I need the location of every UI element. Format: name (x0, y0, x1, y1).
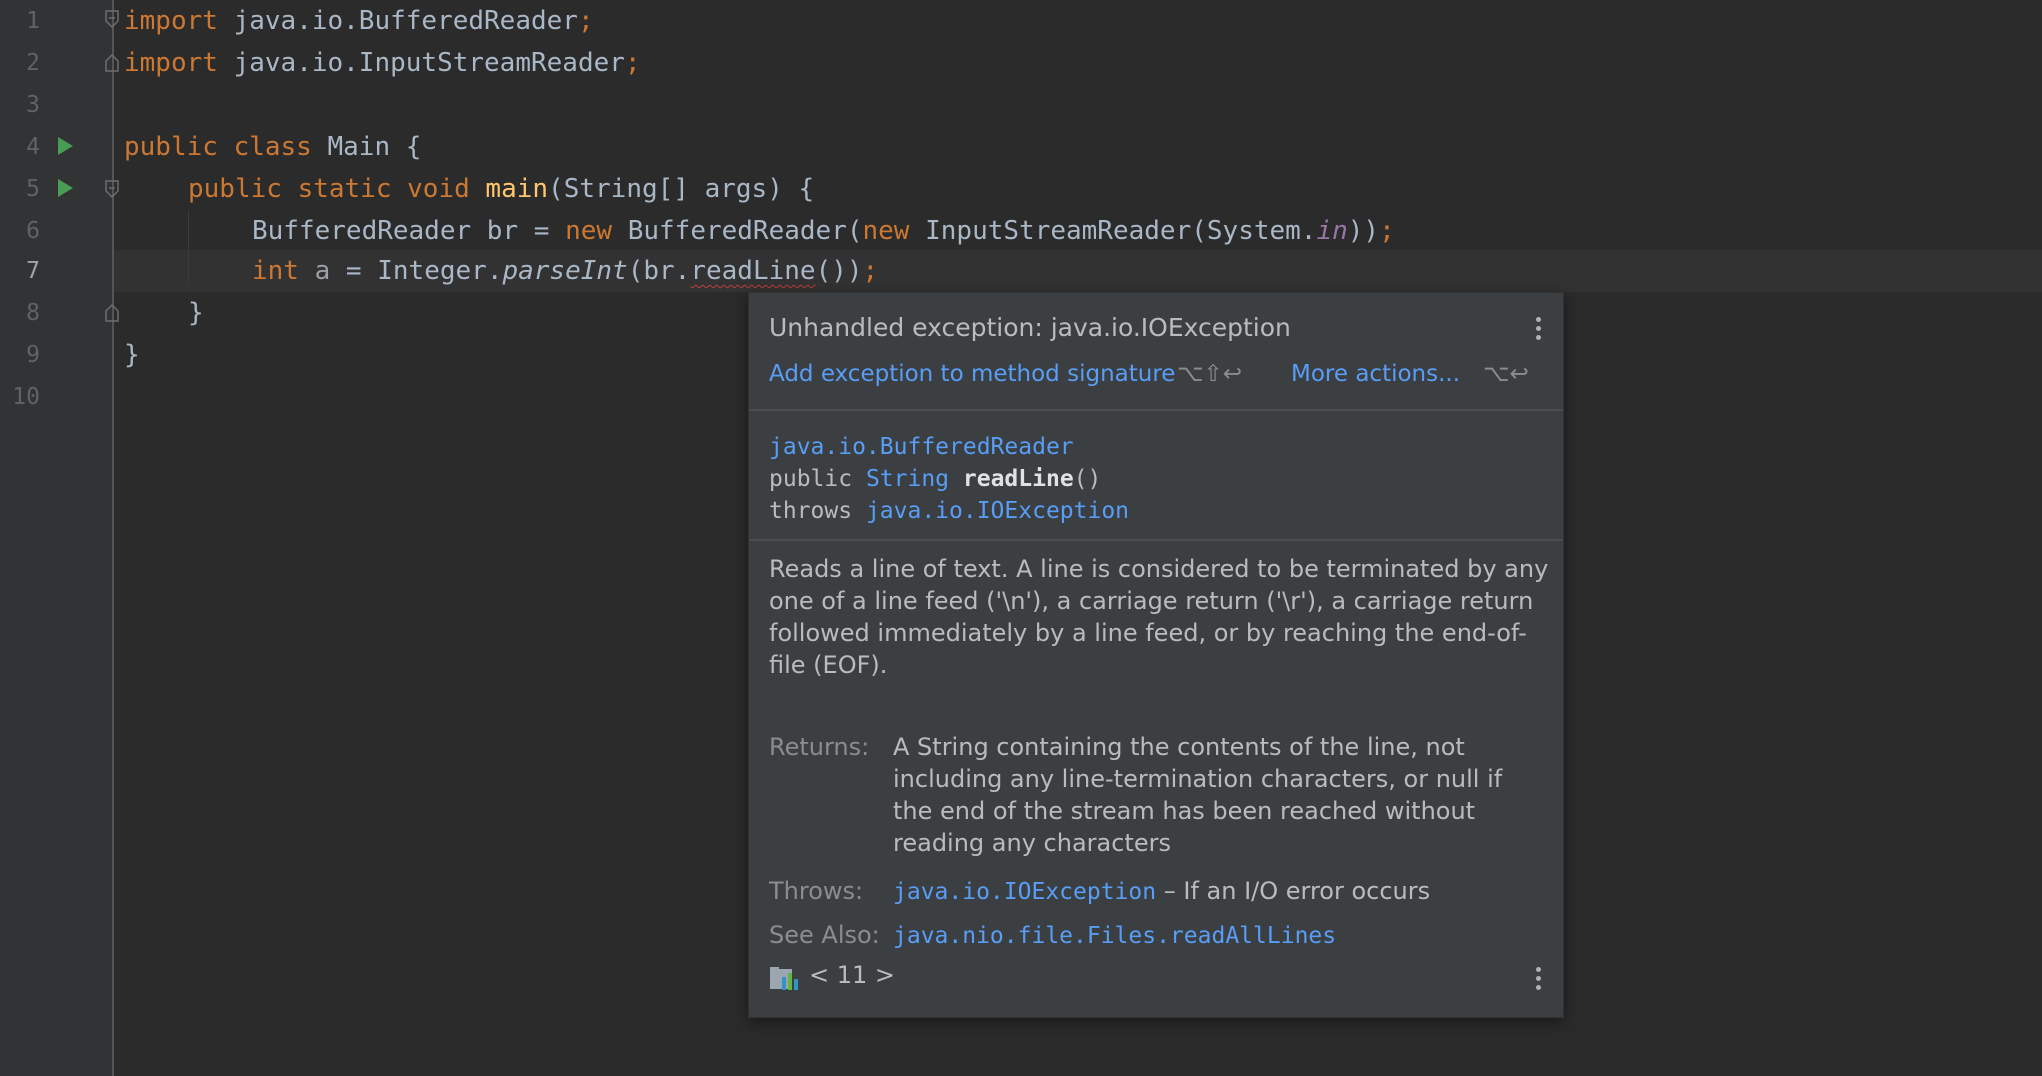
line-number[interactable]: 3 (0, 84, 40, 126)
method-description: Reads a line of text. A line is consider… (769, 555, 1549, 679)
code-text[interactable]: int a = Integer.parseInt(br.readLine()); (252, 250, 878, 292)
line-number[interactable]: 1 (0, 0, 40, 42)
code-text[interactable]: public class Main { (124, 126, 421, 168)
class-link[interactable]: java.io.BufferedReader (769, 434, 1074, 460)
throws-label: Throws: (769, 877, 864, 905)
code-line-3[interactable]: 3 (0, 84, 2042, 126)
error-message: Unhandled exception: java.io.IOException (769, 313, 1291, 342)
code-line-2[interactable]: 2 import java.io.InputStreamReader; (0, 42, 2042, 84)
throws-keyword: throws (769, 498, 866, 524)
error-section: Unhandled exception: java.io.IOException… (749, 293, 1563, 411)
code-token: java.io.InputStreamReader (217, 48, 625, 78)
semicolon: ; (1379, 216, 1395, 246)
see-also-text: java.nio.file.Files.readAllLines (893, 919, 1533, 952)
code-token: = Integer. (330, 256, 503, 286)
code-line-6[interactable]: 6 BufferedReader br = new BufferedReader… (0, 210, 2042, 252)
method-signature: java.io.BufferedReader public String rea… (769, 431, 1129, 527)
jdk-version-switcher[interactable]: < 11 > (809, 959, 895, 991)
returns-text: A String containing the contents of the … (893, 733, 1503, 857)
code-token: (String[] args) { (548, 174, 815, 204)
code-text[interactable]: } (124, 334, 140, 376)
line-number[interactable]: 5 (0, 168, 40, 210)
more-actions-shortcut-hint: ⌥↩ (1483, 361, 1529, 387)
code-token: ()) (815, 256, 863, 286)
code-token: Main { (311, 132, 422, 162)
popup-settings-icon[interactable] (1533, 965, 1543, 993)
throws-text: java.io.IOException – If an I/O error oc… (893, 875, 1533, 908)
fold-start-icon[interactable] (104, 10, 120, 28)
line-number[interactable]: 4 (0, 126, 40, 168)
ioexception-link[interactable]: java.io.IOException (893, 879, 1156, 905)
error-highlight[interactable]: readLine (690, 256, 815, 286)
library-icon (769, 965, 799, 991)
code-line-5[interactable]: 5 public static void main(String[] args)… (0, 168, 2042, 210)
fix-shortcut-hint: ⌥⇧↩ (1177, 361, 1243, 387)
see-also-label: See Also: (769, 921, 880, 949)
code-text[interactable]: BufferedReader br = new BufferedReader(n… (252, 210, 1395, 252)
exception-link[interactable]: java.io.IOException (866, 498, 1129, 524)
more-options-icon[interactable] (1533, 315, 1543, 343)
line-number[interactable]: 9 (0, 334, 40, 376)
method-name: main (485, 174, 549, 204)
add-exception-button[interactable]: Add exception to method signature (769, 361, 1175, 387)
keyword: public static void (188, 174, 470, 204)
code-token: )) (1347, 216, 1380, 246)
section-divider (749, 539, 1563, 541)
code-line-1[interactable]: 1 import java.io.BufferedReader; (0, 0, 2042, 42)
parens: () (1073, 466, 1102, 492)
keyword: import (124, 48, 218, 78)
readalllines-link[interactable]: java.nio.file.Files.readAllLines (893, 923, 1336, 949)
modifier: public (769, 466, 866, 492)
code-token: BufferedReader( (612, 216, 863, 246)
throws-description: – If an I/O error occurs (1156, 877, 1431, 905)
semicolon: ; (862, 256, 879, 286)
line-number[interactable]: 8 (0, 292, 40, 334)
code-token: BufferedReader br = (252, 216, 566, 246)
static-method: parseInt (502, 256, 628, 286)
line-number[interactable]: 10 (0, 376, 40, 418)
code-token: java.io.BufferedReader (217, 6, 578, 36)
semicolon: ; (577, 6, 594, 36)
unused-variable: a (314, 256, 331, 286)
keyword: int (252, 256, 299, 286)
fold-end-icon[interactable] (104, 304, 120, 322)
fold-start-icon[interactable] (104, 180, 120, 198)
line-number[interactable]: 7 (0, 250, 40, 292)
return-type-link[interactable]: String (866, 466, 949, 492)
code-text[interactable]: import java.io.InputStreamReader; (124, 42, 641, 84)
static-field: in (1316, 216, 1348, 246)
code-line-7[interactable]: 7 int a = Integer.parseInt(br.readLine()… (0, 250, 2042, 292)
keyword: import (124, 6, 218, 36)
method-name: readLine (962, 466, 1074, 492)
returns-label: Returns: (769, 733, 870, 761)
code-text[interactable]: } (188, 292, 204, 334)
run-class-icon[interactable] (58, 137, 73, 155)
run-method-icon[interactable] (58, 179, 73, 197)
error-documentation-popup[interactable]: Unhandled exception: java.io.IOException… (748, 292, 1564, 1018)
code-token: InputStreamReader(System. (909, 216, 1317, 246)
code-text[interactable]: import java.io.BufferedReader; (124, 0, 594, 42)
keyword: new (862, 216, 910, 246)
line-number[interactable]: 6 (0, 210, 40, 252)
semicolon: ; (624, 48, 641, 78)
more-actions-button[interactable]: More actions... (1291, 361, 1460, 387)
code-line-4[interactable]: 4 public class Main { (0, 126, 2042, 168)
keyword: new (565, 216, 613, 246)
line-number[interactable]: 2 (0, 42, 40, 84)
code-text[interactable]: public static void main(String[] args) { (188, 168, 814, 210)
keyword: public class (124, 132, 312, 162)
code-token: (br. (627, 256, 691, 286)
fold-end-icon[interactable] (104, 54, 120, 72)
